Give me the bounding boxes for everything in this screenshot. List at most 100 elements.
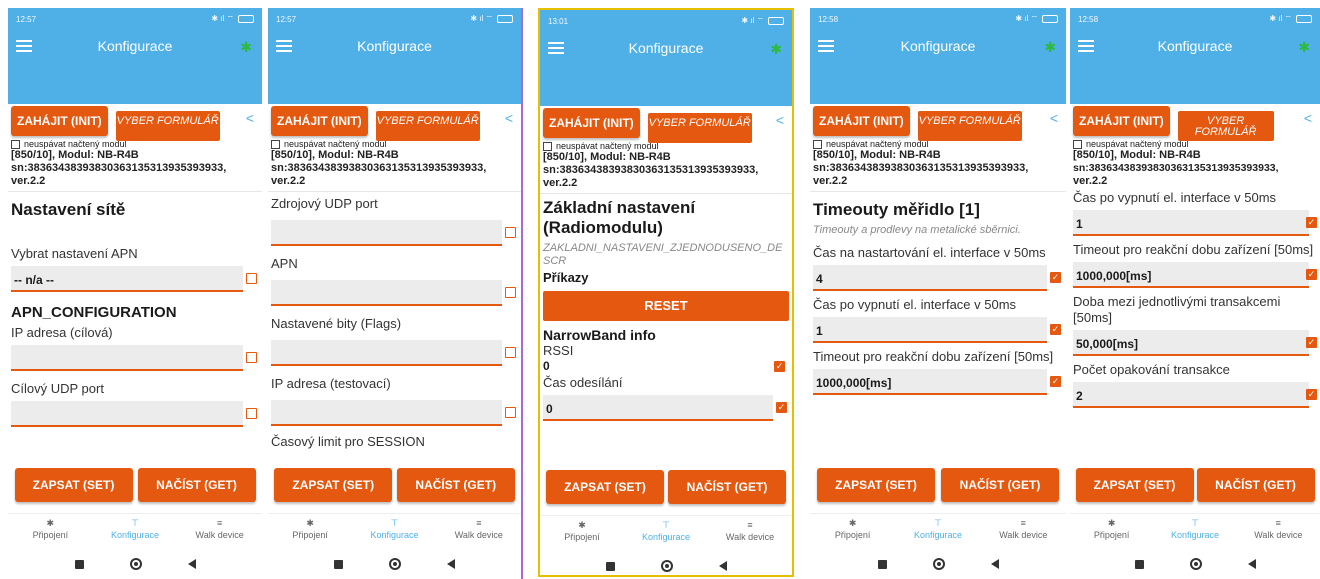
field-checkbox[interactable]: ✓ [1050, 272, 1061, 283]
get-button[interactable]: NAČÍST (GET) [396, 468, 515, 502]
set-button[interactable]: ZAPSAT (SET) [546, 470, 664, 504]
tab-configuration[interactable]: ⊤ Konfigurace [353, 514, 436, 549]
get-button[interactable]: NAČÍST (GET) [137, 468, 256, 502]
field-checkbox[interactable]: ✓ [1306, 217, 1317, 228]
tab-connection[interactable]: ✱ Připojení [268, 514, 351, 549]
get-button[interactable]: NAČÍST (GET) [668, 470, 786, 504]
set-button[interactable]: ZAPSAT (SET) [817, 468, 935, 502]
field-checkbox[interactable] [505, 407, 516, 418]
select-form-button[interactable]: VYBER FORMULÁŘ [115, 111, 220, 141]
share-icon[interactable]: < [505, 110, 513, 126]
field-checkbox[interactable]: ✓ [1306, 389, 1317, 400]
back-button[interactable] [1247, 559, 1256, 569]
apn-select[interactable]: -- n/a -- [11, 266, 257, 292]
select-form-button[interactable]: VYBER FORMULÁŘ [375, 111, 480, 141]
recent-apps-button[interactable] [74, 559, 84, 569]
get-button[interactable]: NAČÍST (GET) [941, 468, 1059, 502]
keep-awake-checkbox[interactable] [813, 139, 822, 149]
tab-configuration[interactable]: ⊤ Konfigurace [93, 514, 177, 549]
get-button[interactable]: NAČÍST (GET) [1196, 468, 1315, 502]
keep-awake-checkbox[interactable] [271, 139, 280, 149]
start-interface-input[interactable]: 4 ✓ [813, 265, 1061, 291]
set-button[interactable]: ZAPSAT (SET) [274, 468, 393, 502]
set-button[interactable]: ZAPSAT (SET) [1075, 468, 1194, 502]
keep-awake-checkbox[interactable] [543, 141, 552, 151]
init-button[interactable]: ZAHÁJIT (INIT) [543, 108, 640, 138]
menu-icon[interactable] [276, 40, 292, 52]
menu-icon[interactable] [818, 40, 834, 52]
field-checkbox[interactable]: ✓ [776, 402, 787, 413]
target-udp-port-input[interactable] [11, 401, 257, 427]
menu-icon[interactable] [16, 40, 32, 52]
send-time-input[interactable]: 0 ✓ [543, 395, 787, 421]
field-checkbox[interactable]: ✓ [1050, 324, 1061, 335]
select-form-button[interactable]: VYBER FORMULÁŘ [1177, 111, 1274, 141]
tab-walk-device[interactable]: ≡ Walk device [981, 514, 1065, 549]
back-button[interactable] [718, 561, 727, 571]
back-button[interactable] [187, 559, 196, 569]
select-form-button[interactable]: VYBER FORMULÁŘ [917, 111, 1022, 141]
set-button[interactable]: ZAPSAT (SET) [14, 468, 133, 502]
field-checkbox[interactable]: ✓ [1050, 376, 1061, 387]
tab-walk-device[interactable]: ≡ Walk device [1237, 514, 1320, 549]
home-button[interactable] [129, 558, 142, 570]
field-checkbox[interactable] [505, 347, 516, 358]
home-button[interactable] [1189, 558, 1202, 570]
field-checkbox[interactable] [246, 408, 257, 419]
tab-connection[interactable]: ✱ Připojení [540, 516, 623, 551]
share-icon[interactable]: < [246, 110, 254, 126]
menu-icon[interactable] [548, 42, 564, 54]
field-checkbox[interactable] [246, 352, 257, 363]
field-label: Čas na nastartování el. interface v 50ms [813, 245, 1046, 260]
response-timeout-input[interactable]: 1000,000[ms] ✓ [813, 369, 1061, 395]
test-ip-input[interactable] [271, 400, 516, 426]
tab-connection[interactable]: ✱ Připojení [810, 514, 894, 549]
back-button[interactable] [447, 559, 455, 569]
tab-connection[interactable]: ✱ Připojení [1070, 514, 1153, 549]
tab-configuration[interactable]: ⊤ Konfigurace [624, 516, 707, 551]
init-button[interactable]: ZAHÁJIT (INIT) [1073, 106, 1170, 136]
share-icon[interactable]: < [776, 112, 784, 128]
interface-off-input[interactable]: 1 ✓ [1073, 210, 1317, 236]
init-button[interactable]: ZAHÁJIT (INIT) [813, 106, 910, 136]
field-checkbox[interactable]: ✓ [1306, 337, 1317, 348]
target-ip-input[interactable] [11, 345, 257, 371]
tab-walk-device[interactable]: ≡ Walk device [708, 516, 791, 551]
keep-awake-checkbox[interactable] [11, 139, 20, 149]
init-button[interactable]: ZAHÁJIT (INIT) [11, 106, 108, 136]
interface-off-input[interactable]: 1 ✓ [813, 317, 1061, 343]
response-timeout-input[interactable]: 1000,000[ms] ✓ [1073, 262, 1317, 288]
rssi-checkbox[interactable]: ✓ [774, 361, 785, 372]
field-checkbox[interactable] [505, 227, 516, 238]
retry-count-input[interactable]: 2 ✓ [1073, 382, 1317, 408]
recent-apps-button[interactable] [1134, 559, 1144, 569]
tab-configuration[interactable]: ⊤ Konfigurace [1154, 514, 1237, 549]
share-icon[interactable]: < [1050, 110, 1058, 126]
menu-icon[interactable] [1078, 40, 1094, 52]
home-button[interactable] [389, 558, 401, 570]
recent-apps-button[interactable] [334, 559, 343, 569]
back-button[interactable] [990, 559, 999, 569]
tab-walk-device[interactable]: ≡ Walk device [437, 514, 520, 549]
reset-button[interactable]: RESET [543, 291, 789, 321]
bluetooth-icon: ✱ [46, 518, 55, 528]
init-button[interactable]: ZAHÁJIT (INIT) [271, 106, 368, 136]
tab-walk-device[interactable]: ≡ Walk device [178, 514, 262, 549]
field-checkbox[interactable]: ✓ [1306, 269, 1317, 280]
recent-apps-button[interactable] [605, 561, 615, 571]
home-button[interactable] [932, 558, 945, 570]
share-icon[interactable]: < [1304, 110, 1312, 126]
flags-input[interactable] [271, 340, 516, 366]
source-udp-port-input[interactable] [271, 220, 516, 246]
field-checkbox[interactable] [505, 287, 516, 298]
tab-configuration[interactable]: ⊤ Konfigurace [896, 514, 980, 549]
recent-apps-button[interactable] [877, 559, 887, 569]
transaction-delay-input[interactable]: 50,000[ms] ✓ [1073, 330, 1317, 356]
field-checkbox[interactable] [246, 273, 257, 284]
home-button[interactable] [660, 560, 673, 572]
apn-input[interactable] [271, 280, 516, 306]
keep-awake-checkbox[interactable] [1073, 139, 1082, 149]
select-form-button[interactable]: VYBER FORMULÁŘ [647, 113, 752, 143]
tab-connection[interactable]: ✱ Připojení [8, 514, 92, 549]
bluetooth-icon: ✱ [240, 39, 252, 55]
